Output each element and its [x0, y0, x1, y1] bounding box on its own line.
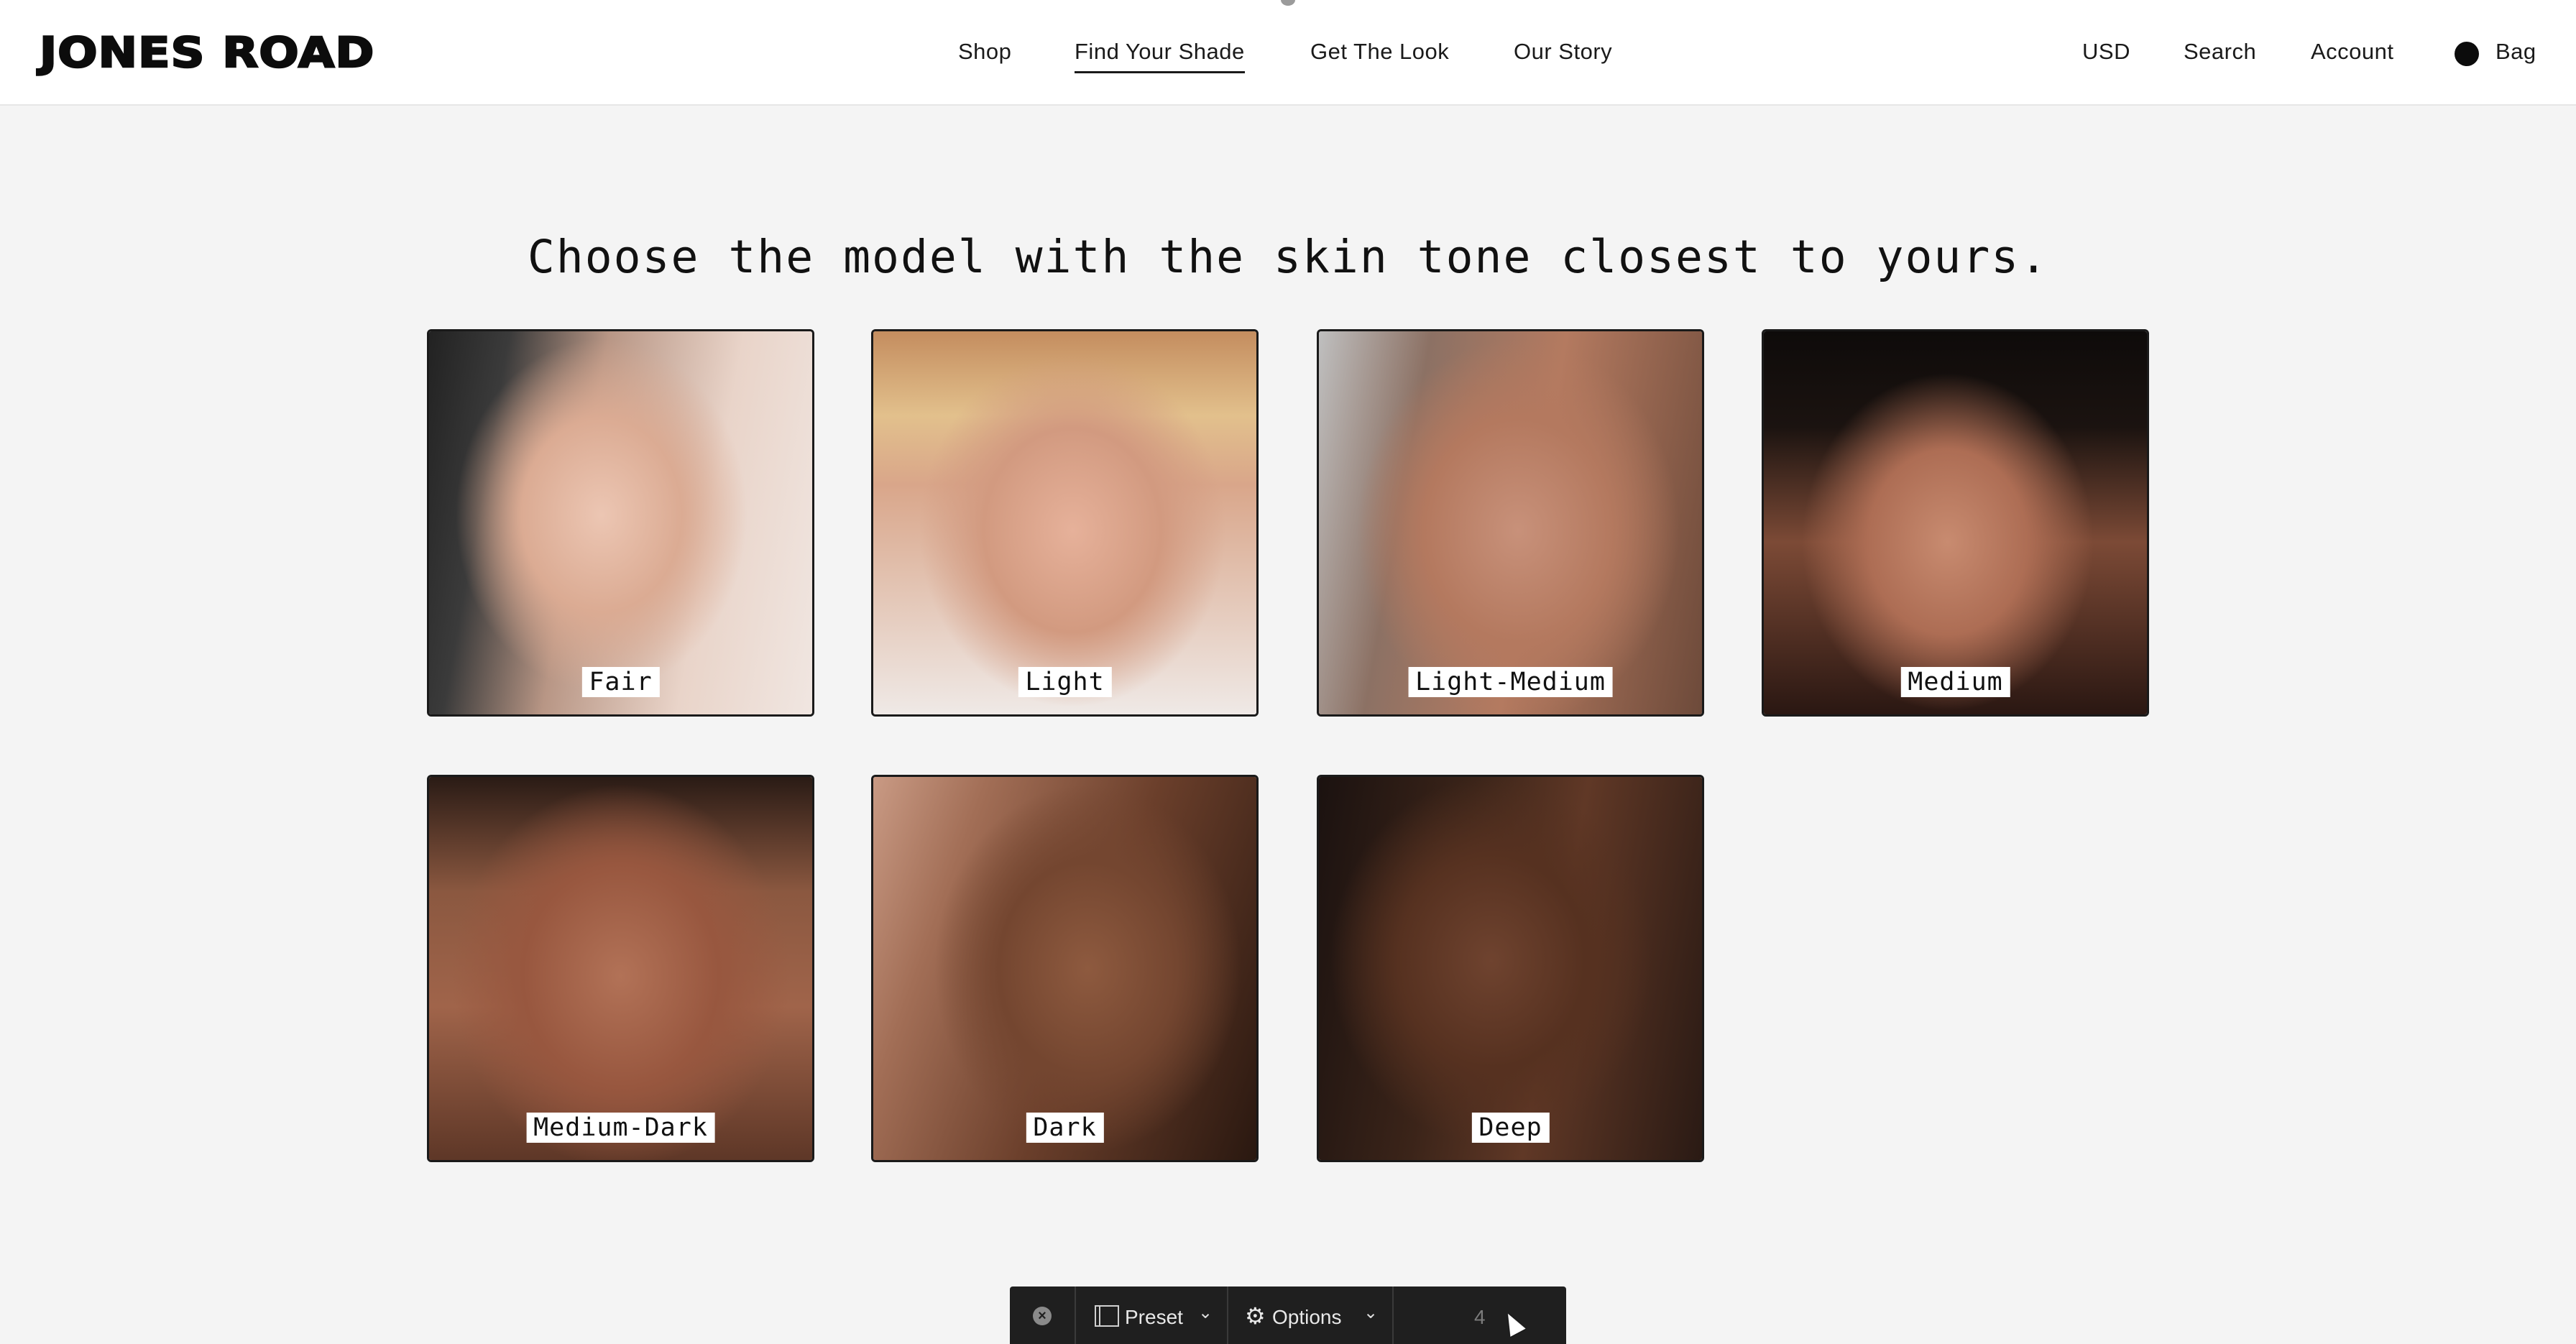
shade-label: Medium-Dark — [526, 1113, 715, 1143]
nav-get-the-look[interactable]: Get The Look — [1310, 37, 1449, 69]
model-photo — [873, 331, 1256, 714]
page-heading: Choose the model with the skin tone clos… — [527, 231, 2049, 283]
shade-tile-dark[interactable]: Dark — [871, 775, 1259, 1162]
chevron-down-icon[interactable]: ⌄ — [1363, 1302, 1378, 1323]
site-header: JONES ROAD Shop Find Your Shade Get The … — [0, 0, 2576, 106]
model-photo — [873, 777, 1256, 1160]
bag-link[interactable]: Bag — [2496, 37, 2536, 69]
gear-icon[interactable]: ⚙ — [1245, 1302, 1266, 1330]
options-button[interactable]: Options — [1272, 1307, 1342, 1328]
nav-our-story[interactable]: Our Story — [1514, 37, 1612, 69]
floating-toolbar: × Preset ⌄ ⚙ Options ⌄ 4 — [1010, 1287, 1566, 1344]
shade-label: Fair — [581, 667, 660, 697]
shade-label: Dark — [1026, 1113, 1104, 1143]
chevron-down-icon[interactable]: ⌄ — [1198, 1302, 1213, 1323]
shade-label: Light-Medium — [1408, 667, 1613, 697]
preset-icon[interactable] — [1095, 1305, 1119, 1327]
shade-label: Deep — [1471, 1113, 1550, 1143]
shade-tile-medium-dark[interactable]: Medium-Dark — [427, 775, 814, 1162]
nav-find-your-shade[interactable]: Find Your Shade — [1075, 37, 1245, 73]
toolbar-divider — [1075, 1287, 1076, 1344]
close-circle-icon[interactable]: × — [1033, 1307, 1052, 1325]
bag-count-icon[interactable] — [2455, 42, 2479, 66]
toolbar-divider — [1392, 1287, 1394, 1344]
search-link[interactable]: Search — [2184, 37, 2256, 69]
toolbar-number-field[interactable]: 4 — [1474, 1307, 1486, 1328]
model-photo — [429, 777, 812, 1160]
shade-label: Light — [1018, 667, 1112, 697]
model-photo — [429, 331, 812, 714]
shade-label: Medium — [1900, 667, 2010, 697]
shade-tile-fair[interactable]: Fair — [427, 329, 814, 717]
shade-tile-light[interactable]: Light — [871, 329, 1259, 717]
shade-tile-deep[interactable]: Deep — [1317, 775, 1704, 1162]
currency-selector[interactable]: USD — [2082, 37, 2130, 69]
model-photo — [1319, 777, 1702, 1160]
preset-button[interactable]: Preset — [1125, 1307, 1183, 1328]
account-link[interactable]: Account — [2311, 37, 2394, 69]
nav-shop[interactable]: Shop — [958, 37, 1011, 69]
model-photo — [1319, 331, 1702, 714]
shade-tile-light-medium[interactable]: Light-Medium — [1317, 329, 1704, 717]
toolbar-divider — [1227, 1287, 1228, 1344]
model-photo — [1764, 331, 2147, 714]
top-indicator-dot — [1281, 0, 1295, 6]
brand-logo[interactable]: JONES ROAD — [39, 27, 375, 78]
shade-tile-medium[interactable]: Medium — [1762, 329, 2149, 717]
